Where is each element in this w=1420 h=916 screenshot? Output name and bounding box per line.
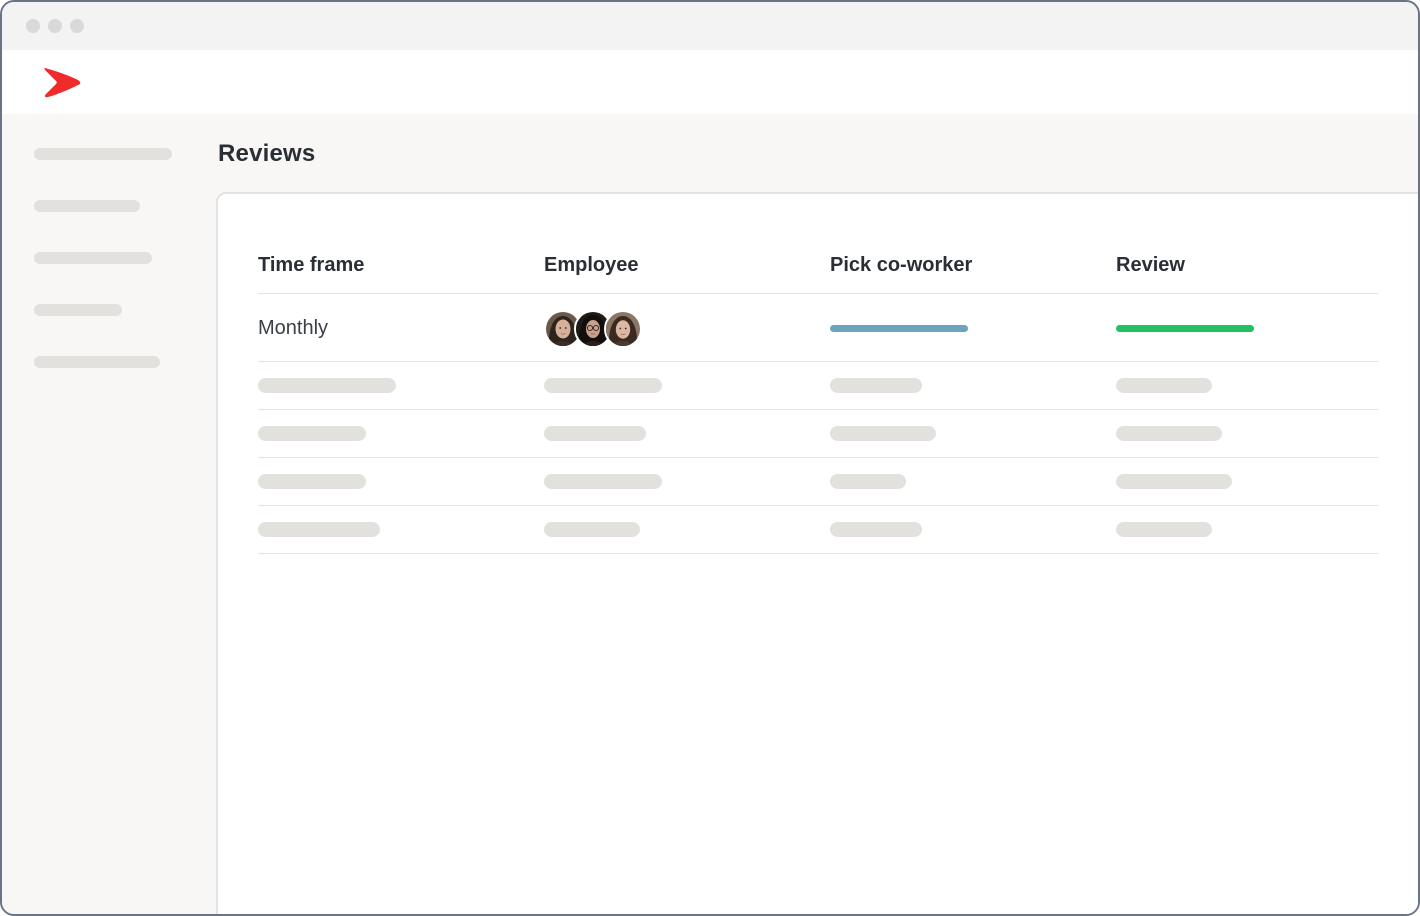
page-title: Reviews: [218, 140, 316, 167]
table-cell-placeholder: [544, 522, 640, 537]
pick-coworker-progress-bar[interactable]: [830, 325, 968, 332]
row-divider: [258, 457, 1378, 458]
table-cell-placeholder: [1116, 378, 1212, 393]
column-header-employee[interactable]: Employee: [544, 254, 638, 277]
app-body: Reviews Time frame Employee Pick co-work…: [2, 114, 1418, 914]
table-cell-placeholder: [258, 378, 396, 393]
table-cell-placeholder: [258, 426, 366, 441]
app-header: [2, 50, 1418, 114]
table-cell-placeholder: [1116, 522, 1212, 537]
sidebar-item-placeholder[interactable]: [34, 252, 152, 264]
sidebar-item-placeholder[interactable]: [34, 200, 140, 212]
browser-window: Reviews Time frame Employee Pick co-work…: [0, 0, 1420, 916]
table-cell-placeholder: [258, 522, 380, 537]
table-cell-placeholder: [258, 474, 366, 489]
table-cell-placeholder: [830, 474, 906, 489]
row-divider: [258, 361, 1378, 362]
maximize-dot[interactable]: [70, 19, 84, 33]
table-cell-placeholder: [1116, 426, 1222, 441]
pick-coworker-progress-fill: [830, 325, 968, 332]
woman-avatar-icon[interactable]: [604, 310, 642, 348]
red-chevron-logo-icon[interactable]: [42, 65, 82, 99]
sidebar-item-placeholder[interactable]: [34, 304, 122, 316]
table-cell-placeholder: [830, 426, 936, 441]
row-divider: [258, 553, 1378, 554]
sidebar-item-placeholder[interactable]: [34, 148, 172, 160]
review-progress-fill: [1116, 325, 1254, 332]
table-cell-placeholder: [544, 474, 662, 489]
header-divider: [258, 293, 1378, 294]
close-dot[interactable]: [26, 19, 40, 33]
review-progress-bar[interactable]: [1116, 325, 1254, 332]
column-header-pick-coworker[interactable]: Pick co-worker: [830, 254, 972, 277]
column-header-review[interactable]: Review: [1116, 254, 1185, 277]
time-frame-cell: Monthly: [258, 317, 329, 339]
table-cell-placeholder: [830, 522, 922, 537]
column-header-time-frame[interactable]: Time frame: [258, 254, 364, 277]
table-cell-placeholder: [830, 378, 922, 393]
reviews-table-card: Time frame Employee Pick co-worker Revie…: [216, 192, 1418, 914]
row-divider: [258, 505, 1378, 506]
row-divider: [258, 409, 1378, 410]
table-cell-placeholder: [1116, 474, 1232, 489]
sidebar: [2, 114, 216, 914]
window-titlebar: [2, 2, 1418, 50]
table-cell-placeholder: [544, 426, 646, 441]
table-cell-placeholder: [544, 378, 662, 393]
minimize-dot[interactable]: [48, 19, 62, 33]
sidebar-item-placeholder[interactable]: [34, 356, 160, 368]
